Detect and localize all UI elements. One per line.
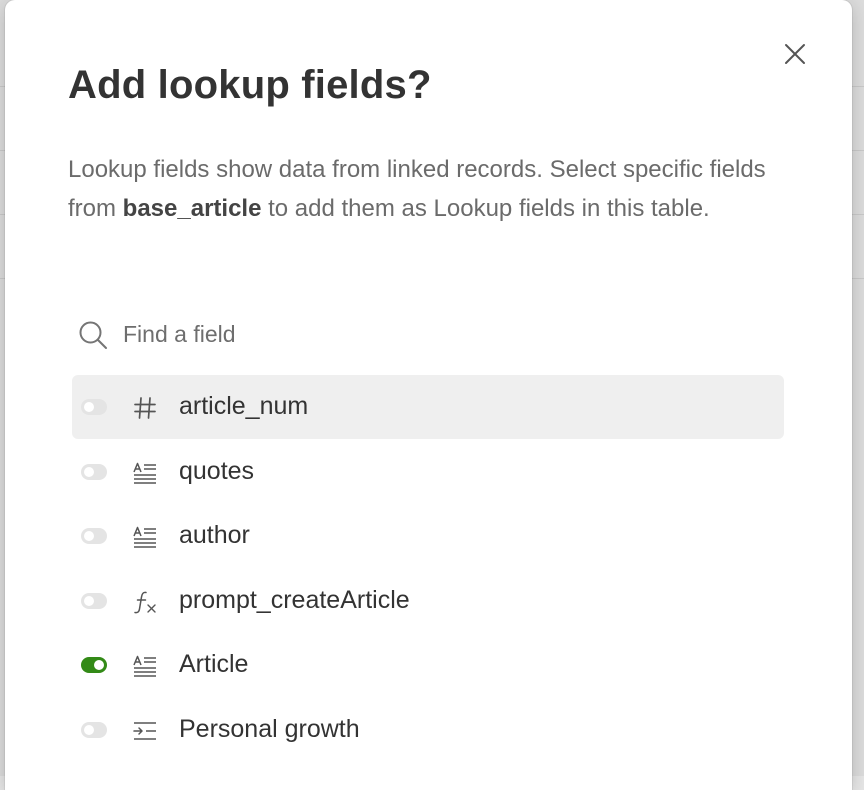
field-label: author [179, 521, 250, 549]
background-divider [852, 150, 864, 151]
add-lookup-fields-dialog: Add lookup fields? Lookup fields show da… [5, 0, 852, 790]
description-text: to add them as Lookup fields in this tab… [261, 195, 710, 222]
field-row[interactable]: Article [72, 633, 784, 697]
toggle-knob [84, 466, 94, 477]
field-row[interactable]: author [72, 504, 784, 568]
linked-table-name: base_article [122, 195, 262, 222]
long-text-icon [132, 524, 158, 550]
search-input[interactable] [123, 315, 763, 353]
toggle-knob [84, 402, 94, 412]
field-row[interactable]: article_num [72, 375, 784, 439]
field-row[interactable]: prompt_createArticle [72, 569, 784, 633]
dialog-title: Add lookup fields? [68, 63, 432, 107]
field-label: Article [179, 650, 249, 678]
field-label: quotes [179, 456, 255, 485]
number-icon [132, 395, 158, 421]
toggle-knob [84, 724, 94, 735]
close-icon[interactable] [780, 39, 810, 69]
long-text-icon [132, 460, 158, 486]
field-toggle[interactable] [81, 463, 107, 480]
background-divider [852, 86, 864, 87]
field-toggle[interactable] [81, 399, 107, 415]
long-text-icon [132, 653, 158, 679]
field-label: prompt_createArticle [179, 585, 410, 614]
search-icon [79, 321, 107, 349]
background-divider [852, 278, 864, 279]
toggle-knob [94, 660, 104, 670]
field-row[interactable]: quotes [72, 440, 784, 504]
field-toggle[interactable] [81, 721, 107, 738]
field-toggle[interactable] [81, 528, 107, 544]
field-search [75, 313, 775, 355]
dialog-description: Lookup fields show data from linked reco… [68, 150, 788, 228]
multiple-lookup-icon [132, 718, 158, 744]
field-toggle[interactable] [81, 592, 107, 609]
formula-icon [132, 589, 158, 615]
field-label: Personal growth [179, 714, 360, 743]
field-row[interactable]: Personal growth [72, 698, 784, 762]
toggle-knob [84, 595, 94, 606]
close-button[interactable] [780, 39, 810, 69]
field-list: article_numquotes author prompt_createArti… [72, 375, 784, 762]
background-divider [852, 214, 864, 215]
toggle-knob [84, 531, 94, 541]
field-label: article_num [179, 392, 309, 420]
field-toggle[interactable] [81, 657, 107, 673]
